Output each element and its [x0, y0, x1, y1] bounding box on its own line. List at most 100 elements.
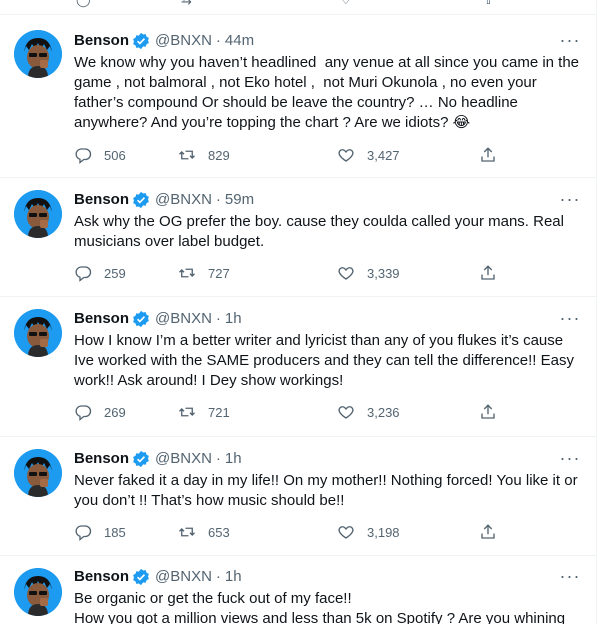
reply-icon [75, 266, 92, 282]
like-icon [338, 406, 354, 419]
previous-tweet-actions: ◯ ⇆ ♡ ⇧ [0, 0, 596, 15]
tweet-text: Be organic or get the fuck out of my fac… [74, 590, 566, 624]
separator: · [215, 191, 221, 208]
reply-icon [75, 525, 92, 541]
verified-badge-icon [133, 568, 149, 586]
retweet-icon[interactable]: ⇆ [181, 0, 192, 8]
reply-button[interactable]: 269 [74, 402, 126, 422]
like-count: 3,339 [367, 265, 400, 281]
more-icon[interactable]: ··· [558, 31, 582, 54]
retweet-icon [179, 150, 195, 160]
like-count: 3,427 [367, 147, 400, 163]
more-icon[interactable]: ··· [558, 309, 582, 332]
like-icon [338, 267, 354, 280]
like-button[interactable]: 3,427 [337, 145, 400, 165]
tweet-text: Ask why the OG prefer the boy. cause the… [74, 213, 569, 250]
tweet-header: Benson @BNXN · 1h [74, 309, 242, 329]
share-button[interactable] [479, 263, 509, 283]
like-button[interactable]: 3,198 [337, 522, 400, 542]
reply-button[interactable]: 506 [74, 145, 126, 165]
user-handle[interactable]: @BNXN [155, 190, 212, 210]
tweet[interactable]: Benson @BNXN · 1h ··· How I know I’m a b… [0, 297, 596, 437]
retweet-icon [179, 268, 195, 278]
avatar[interactable] [14, 190, 62, 238]
more-icon[interactable]: ··· [558, 567, 582, 590]
share-icon [481, 147, 495, 162]
user-handle[interactable]: @BNXN [155, 567, 212, 587]
tweet-actions: 269 721 3,236 [74, 402, 495, 422]
retweet-icon [179, 527, 195, 537]
reply-icon [75, 405, 92, 421]
avatar[interactable] [14, 449, 62, 497]
verified-badge-icon [133, 310, 149, 328]
tweet-actions: 506 829 3,427 [74, 145, 495, 165]
avatar[interactable] [14, 309, 62, 357]
separator: · [215, 32, 221, 49]
retweet-button[interactable]: 829 [178, 145, 230, 165]
tweet[interactable]: Benson @BNXN · 44m ··· We know why you h… [0, 15, 596, 178]
display-name[interactable]: Benson [74, 567, 129, 587]
verified-badge-icon [133, 450, 149, 468]
column-divider [596, 0, 597, 624]
reply-icon[interactable]: ◯ [76, 0, 91, 8]
reply-button[interactable]: 185 [74, 522, 126, 542]
tweet-time[interactable]: 1h [225, 309, 242, 329]
tweet-text: How I know I’m a better writer and lyric… [74, 332, 579, 389]
share-button[interactable] [479, 145, 509, 165]
reply-count: 506 [104, 147, 126, 163]
timeline: ◯ ⇆ ♡ ⇧ Benson @BNXN · 44m ··· We know w… [0, 0, 596, 624]
tweet[interactable]: Benson @BNXN · 59m ··· Ask why the OG pr… [0, 178, 596, 297]
verified-badge-icon [133, 191, 149, 209]
display-name[interactable]: Benson [74, 190, 129, 210]
retweet-icon [179, 407, 195, 417]
user-handle[interactable]: @BNXN [155, 309, 212, 329]
like-icon [338, 526, 354, 539]
tweet-actions: 185 653 3,198 [74, 522, 495, 542]
display-name[interactable]: Benson [74, 449, 129, 469]
user-handle[interactable]: @BNXN [155, 31, 212, 51]
tweet-time[interactable]: 1h [225, 567, 242, 587]
display-name[interactable]: Benson [74, 31, 129, 51]
like-icon[interactable]: ♡ [340, 0, 352, 8]
tweet[interactable]: Benson @BNXN · 1h ··· Be organic or get … [0, 556, 596, 624]
tweet-header: Benson @BNXN · 44m [74, 31, 254, 51]
tweet-header: Benson @BNXN · 1h [74, 567, 242, 587]
avatar[interactable] [14, 30, 62, 78]
reply-button[interactable]: 259 [74, 263, 126, 283]
retweet-button[interactable]: 721 [178, 402, 230, 422]
like-button[interactable]: 3,339 [337, 263, 400, 283]
reply-count: 259 [104, 265, 126, 281]
like-count: 3,198 [367, 524, 400, 540]
reply-count: 185 [104, 524, 126, 540]
share-icon [481, 404, 495, 419]
verified-badge-icon [133, 32, 149, 50]
like-button[interactable]: 3,236 [337, 402, 400, 422]
retweet-count: 721 [208, 404, 230, 420]
share-icon [481, 524, 495, 539]
like-icon [338, 149, 354, 162]
display-name[interactable]: Benson [74, 309, 129, 329]
more-icon[interactable]: ··· [558, 449, 582, 472]
share-button[interactable] [479, 522, 509, 542]
separator: · [215, 310, 221, 327]
share-button[interactable] [479, 402, 509, 422]
reply-count: 269 [104, 404, 126, 420]
retweet-count: 653 [208, 524, 230, 540]
share-icon [481, 265, 495, 280]
like-count: 3,236 [367, 404, 400, 420]
tweet-time[interactable]: 44m [225, 31, 254, 51]
tweet-text: Never faked it a day in my life!! On my … [74, 472, 582, 509]
share-icon[interactable]: ⇧ [483, 0, 494, 8]
tweet-time[interactable]: 59m [225, 190, 254, 210]
avatar[interactable] [14, 568, 62, 616]
user-handle[interactable]: @BNXN [155, 449, 212, 469]
retweet-button[interactable]: 727 [178, 263, 230, 283]
retweet-count: 829 [208, 147, 230, 163]
tweet-actions: 259 727 3,339 [74, 263, 495, 283]
retweet-button[interactable]: 653 [178, 522, 230, 542]
tweet-header: Benson @BNXN · 59m [74, 190, 254, 210]
retweet-count: 727 [208, 265, 230, 281]
tweet[interactable]: Benson @BNXN · 1h ··· Never faked it a d… [0, 437, 596, 556]
tweet-time[interactable]: 1h [225, 449, 242, 469]
more-icon[interactable]: ··· [558, 190, 582, 213]
